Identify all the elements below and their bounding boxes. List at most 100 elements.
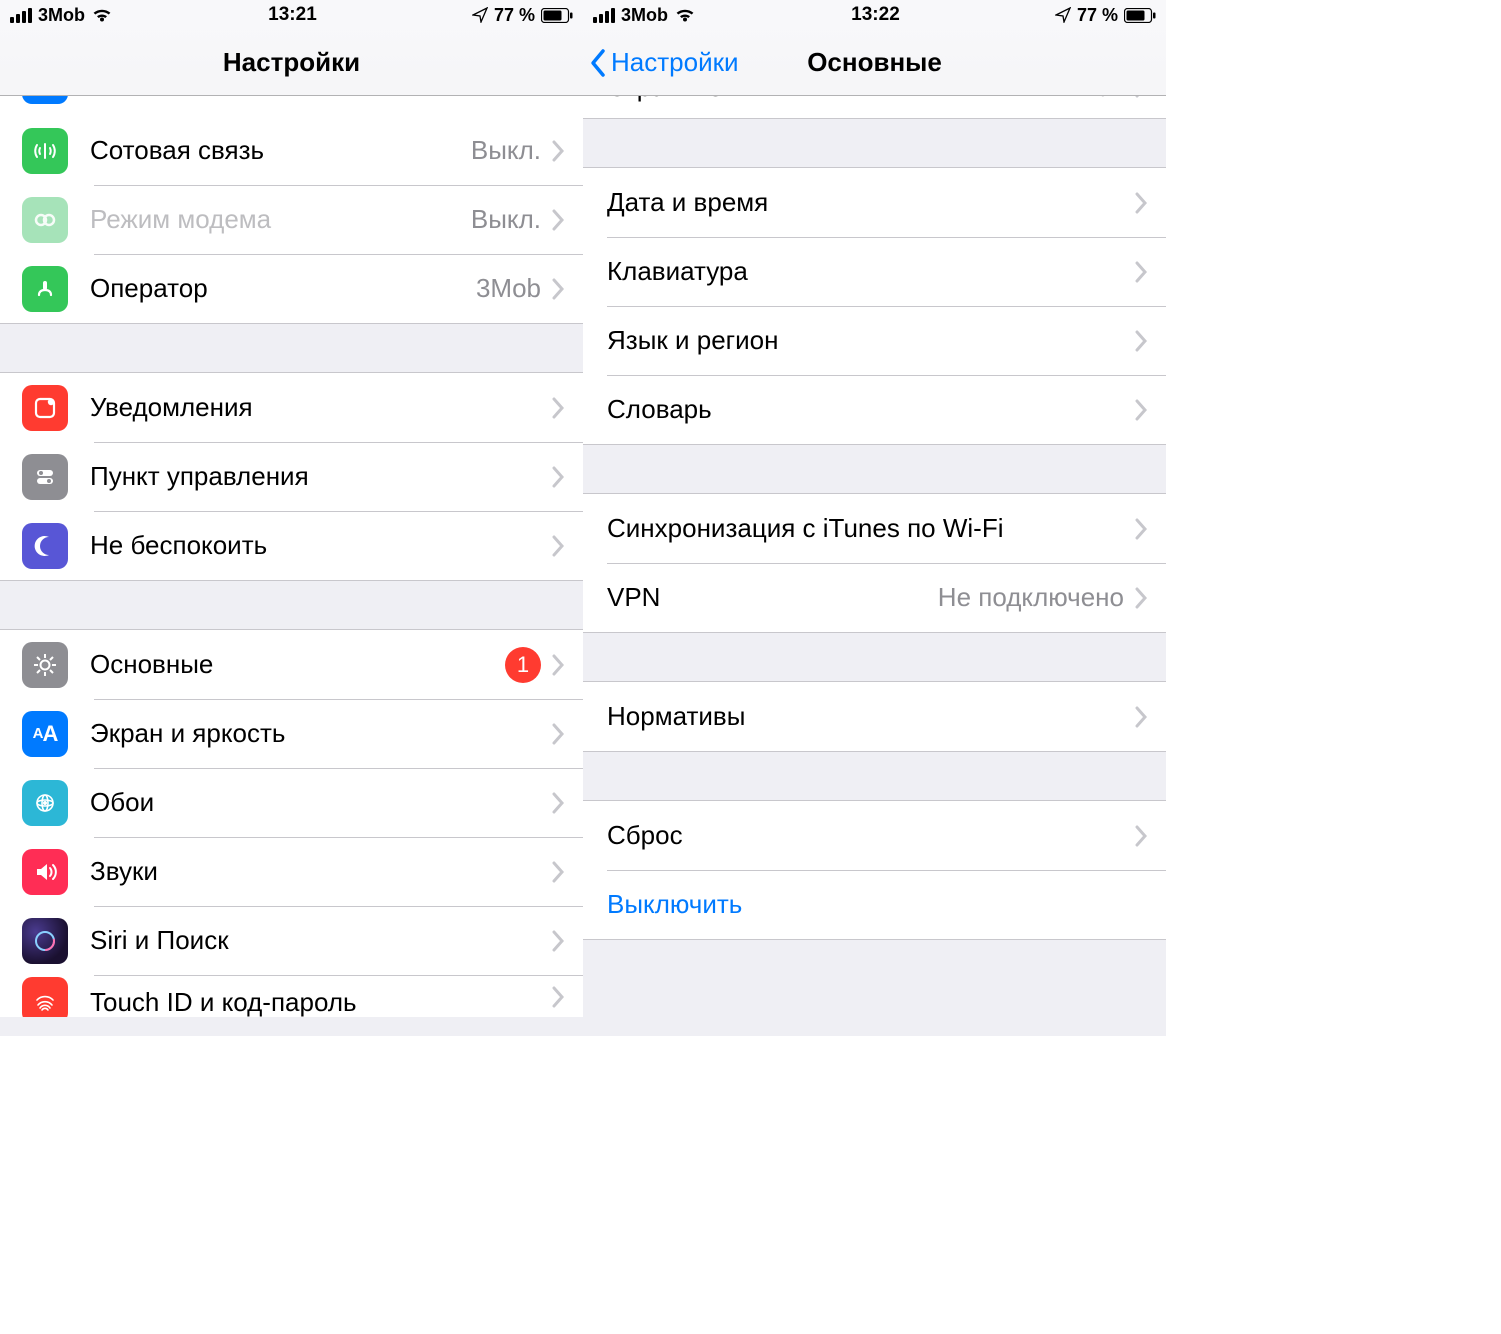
chevron-right-icon [1134,517,1148,541]
chevron-right-icon [551,396,565,420]
row-label: Уведомления [90,392,551,423]
navbar: Настройки [0,30,583,96]
wifi-icon [91,7,113,23]
carrier-icon [22,266,68,312]
chevron-right-icon [1134,586,1148,610]
row-dnd[interactable]: Не беспокоить [0,511,583,580]
row-reset[interactable]: Сброс [583,801,1166,870]
row-label: Siri и Поиск [90,925,551,956]
row-display[interactable]: AA Экран и яркость [0,699,583,768]
row-keyboard[interactable]: Клавиатура [583,237,1166,306]
battery-label: 77 % [1077,5,1118,26]
row-cellular[interactable]: Сотовая связь Выкл. [0,116,583,185]
signal-icon [10,8,32,23]
chevron-right-icon [1134,398,1148,422]
wallpaper-icon [22,780,68,826]
row-label: Синхронизация с iTunes по Wi-Fi [607,513,1134,544]
row-sounds[interactable]: Звуки [0,837,583,906]
siri-icon [22,918,68,964]
row-label: Клавиатура [607,256,1134,287]
page-title: Настройки [223,47,360,78]
row-label: Дата и время [607,187,1134,218]
row-label: Выключить [607,889,1166,920]
row-language[interactable]: Язык и регион [583,306,1166,375]
hotspot-icon [22,197,68,243]
row-wallpaper[interactable]: Обои [0,768,583,837]
row-label: Не беспокоить [90,530,551,561]
row-shutdown[interactable]: Выключить [583,870,1166,939]
signal-icon [593,8,615,23]
chevron-right-icon [551,139,565,163]
status-bar: 3Mob 13:21 77 % [0,0,583,30]
row-label: VPN [607,582,938,613]
row-carrier[interactable]: Оператор 3Mob [0,254,583,323]
chevron-right-icon [1134,191,1148,215]
row-label: Оператор [90,273,476,304]
section-gap [0,324,583,372]
navbar: Настройки Основные [583,30,1166,96]
row-label: Звуки [90,856,551,887]
clock: 13:21 [268,4,317,26]
row-regulatory[interactable]: Нормативы [583,682,1166,751]
row-dictionary[interactable]: Словарь [583,375,1166,444]
group-clipped: Сотовая связь Выкл. Режим модема Выкл. О… [0,96,583,324]
battery-label: 77 % [494,5,535,26]
touch-id-icon [22,977,68,1017]
section-gap [583,119,1166,167]
row-label: Ограничения [607,96,1073,103]
clock: 13:22 [851,4,900,26]
row-siri[interactable]: Siri и Поиск [0,906,583,975]
notification-badge: 1 [505,647,541,683]
chevron-left-icon [589,48,607,78]
chevron-right-icon [551,860,565,884]
cellular-icon [22,128,68,174]
row-label: Режим модема [90,204,471,235]
row-general[interactable]: Основные 1 [0,630,583,699]
chevron-right-icon [1134,329,1148,353]
app-icon [22,96,68,104]
general-icon [22,642,68,688]
group-general: Основные 1 AA Экран и яркость Обои [0,629,583,1017]
row-label: Сброс [607,820,1134,851]
row-restrictions[interactable]: Ограничения Вкл. [583,96,1166,118]
wifi-icon [674,7,696,23]
control-center-icon [22,454,68,500]
battery-icon [541,8,573,23]
row-control-center[interactable]: Пункт управления [0,442,583,511]
row-itunes-wifi[interactable]: Синхронизация с iTunes по Wi-Fi [583,494,1166,563]
chevron-right-icon [551,465,565,489]
row-label: Нормативы [607,701,1134,732]
status-bar: 3Mob 13:22 77 % [583,0,1166,30]
chevron-right-icon [551,791,565,815]
group-reset: Сброс Выключить [583,800,1166,940]
sounds-icon [22,849,68,895]
row-label: Экран и яркость [90,718,551,749]
row-date-time[interactable]: Дата и время [583,168,1166,237]
chevron-right-icon [1134,705,1148,729]
section-gap [583,940,1166,988]
row-value: 3Mob [476,273,541,304]
general-settings-pane: 3Mob 13:22 77 % Настройки Основные Огра [583,0,1166,1036]
group-notifications: Уведомления Пункт управления Не беспокои… [0,372,583,581]
settings-root-pane: 3Mob 13:21 77 % Настройки [0,0,583,1036]
section-gap [0,581,583,629]
row-label: Обои [90,787,551,818]
row-label: Сотовая связь [90,135,471,166]
row-touch-id[interactable]: Touch ID и код-пароль [0,975,583,1017]
row-label: Touch ID и код-пароль [90,989,551,1015]
location-icon [472,7,488,23]
row-label: Пункт управления [90,461,551,492]
group-locale: Дата и время Клавиатура Язык и регион Сл… [583,167,1166,445]
do-not-disturb-icon [22,523,68,569]
row-value: Выкл. [471,135,541,166]
back-button[interactable]: Настройки [589,30,739,95]
row-vpn[interactable]: VPN Не подключено [583,563,1166,632]
row-value: Не подключено [938,582,1124,613]
notifications-icon [22,385,68,431]
chevron-right-icon [551,722,565,746]
display-icon: AA [22,711,68,757]
back-label: Настройки [611,47,739,78]
row-notifications[interactable]: Уведомления [0,373,583,442]
row-hotspot[interactable]: Режим модема Выкл. [0,185,583,254]
row-value: Выкл. [471,204,541,235]
